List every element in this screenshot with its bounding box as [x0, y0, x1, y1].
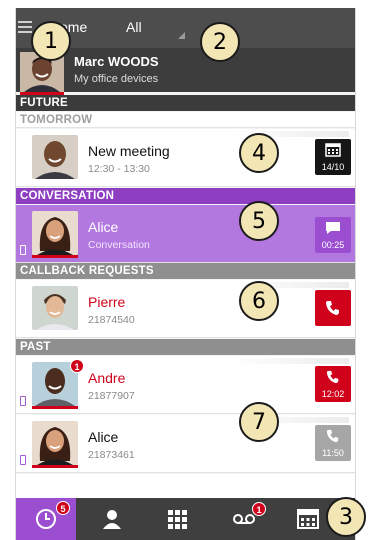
- tile-time: 12:02: [321, 389, 345, 399]
- profile-subtitle: My office devices: [74, 73, 159, 85]
- presence-bar: [32, 406, 78, 409]
- voicemail-icon: [233, 514, 255, 524]
- meeting-tile[interactable]: 14/10: [315, 139, 351, 175]
- person-icon: [103, 510, 121, 529]
- calendar-icon: [297, 509, 319, 529]
- keypad-icon: [168, 510, 187, 529]
- nav-badge: 5: [56, 501, 70, 515]
- section-tomorrow: TOMORROW: [16, 112, 355, 128]
- dropdown-arrow-icon[interactable]: [178, 32, 185, 39]
- bottom-nav: 5 1: [16, 498, 355, 540]
- tile-time: 11:50: [322, 448, 344, 458]
- nav-voicemail[interactable]: 1: [214, 498, 274, 540]
- presence-bar: [32, 255, 78, 258]
- item-name: Pierre: [88, 294, 126, 310]
- callback-button[interactable]: [315, 290, 351, 326]
- list-item[interactable]: Alice 21873461 11:50: [16, 415, 355, 473]
- list-spacer: [16, 474, 355, 498]
- presence-bar: [32, 465, 78, 468]
- section-callback-requests: CALLBACK REQUESTS: [16, 263, 355, 279]
- device-icon: [20, 396, 26, 406]
- avatar: [32, 286, 78, 330]
- call-back-tile[interactable]: 12:02: [315, 366, 351, 402]
- item-subtitle: 21873461: [88, 449, 135, 461]
- avatar: [32, 135, 78, 179]
- nav-badge: 1: [252, 502, 266, 516]
- screenshot-stage: ome All Marc WOODS My office devices FUT…: [0, 0, 376, 540]
- callout-4: 4: [239, 133, 279, 173]
- list-item[interactable]: New meeting 12:30 - 13:30 14/10: [16, 129, 355, 187]
- phone-outgoing-icon: [326, 370, 339, 384]
- avatar: [32, 211, 78, 255]
- tab-all[interactable]: All: [126, 19, 142, 35]
- tile-time: 00:25: [321, 240, 345, 250]
- avatar: [32, 421, 78, 465]
- item-subtitle: 12:30 - 13:30: [88, 163, 150, 175]
- callout-3: 3: [326, 497, 366, 537]
- item-name: New meeting: [88, 143, 170, 159]
- device-icon: [20, 455, 26, 465]
- list-item[interactable]: 1 Andre 21877907 12:02: [16, 356, 355, 414]
- callout-5: 5: [239, 201, 279, 241]
- device-icon: [20, 245, 26, 255]
- section-past: PAST: [16, 339, 355, 355]
- list-item[interactable]: Pierre 21874540: [16, 280, 355, 338]
- callout-1: 1: [31, 21, 71, 61]
- callout-6: 6: [239, 281, 279, 321]
- clock-icon: [36, 509, 56, 529]
- calendar-icon: [325, 143, 341, 157]
- section-conversation: CONVERSATION: [16, 188, 355, 204]
- nav-history[interactable]: 5: [16, 498, 76, 540]
- nav-contacts[interactable]: [82, 498, 142, 540]
- profile-header[interactable]: Marc WOODS My office devices: [16, 48, 355, 92]
- item-name: Alice: [88, 219, 119, 235]
- missed-call-badge: 1: [70, 359, 84, 373]
- section-future: FUTURE: [16, 95, 355, 111]
- item-subtitle: 21874540: [88, 314, 135, 326]
- nav-dialpad[interactable]: [147, 498, 207, 540]
- item-name: Alice: [88, 429, 119, 445]
- phone-icon: [326, 301, 339, 315]
- list-item[interactable]: Alice Conversation 00:25: [16, 205, 355, 263]
- callout-2: 2: [200, 22, 240, 62]
- conversation-tile[interactable]: 00:25: [315, 217, 351, 253]
- call-back-tile[interactable]: 11:50: [315, 425, 351, 461]
- callout-7: 7: [239, 402, 279, 442]
- phone-screen: ome All Marc WOODS My office devices FUT…: [15, 8, 356, 540]
- item-name: Andre: [88, 370, 126, 386]
- item-subtitle: Conversation: [88, 239, 150, 251]
- profile-name: Marc WOODS: [74, 54, 159, 69]
- item-subtitle: 21877907: [88, 390, 135, 402]
- tile-date: 14/10: [321, 162, 345, 172]
- phone-outgoing-icon: [326, 429, 339, 443]
- chat-bubble-icon: [326, 222, 340, 234]
- menu-icon[interactable]: [18, 21, 32, 33]
